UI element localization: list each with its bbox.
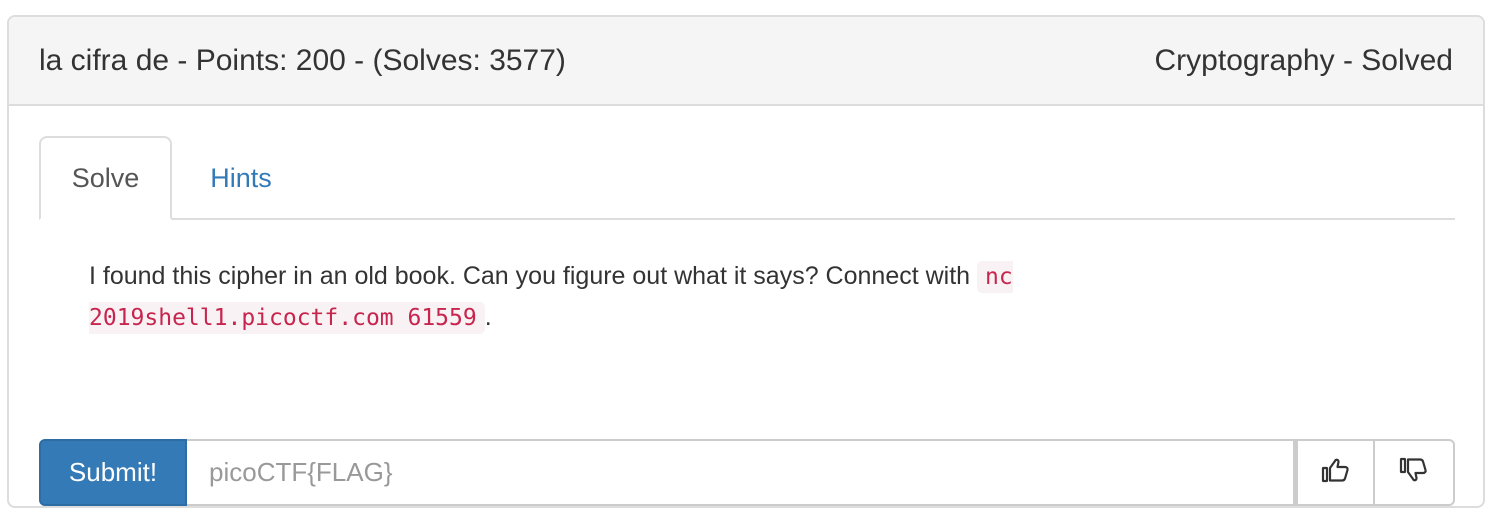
tab-bar: Solve Hints	[39, 136, 1455, 220]
submit-button[interactable]: Submit!	[39, 439, 187, 506]
downvote-button[interactable]	[1375, 439, 1455, 506]
description-end: .	[484, 303, 492, 331]
tab-solve[interactable]: Solve	[39, 136, 172, 220]
flag-submit-form: Submit!	[39, 439, 1455, 506]
tab-hints[interactable]: Hints	[189, 136, 293, 220]
description-text: I found this cipher in an old book. Can …	[89, 262, 978, 290]
challenge-header: la cifra de - Points: 200 - (Solves: 357…	[9, 17, 1483, 106]
challenge-description: I found this cipher in an old book. Can …	[89, 256, 1229, 338]
thumbs-down-icon	[1399, 455, 1429, 490]
upvote-button[interactable]	[1295, 439, 1375, 506]
challenge-title: la cifra de - Points: 200 - (Solves: 357…	[39, 43, 566, 77]
flag-input[interactable]	[187, 439, 1295, 506]
challenge-panel: la cifra de - Points: 200 - (Solves: 357…	[7, 15, 1485, 508]
thumbs-up-icon	[1321, 455, 1351, 490]
challenge-category-status: Cryptography - Solved	[1154, 43, 1453, 77]
